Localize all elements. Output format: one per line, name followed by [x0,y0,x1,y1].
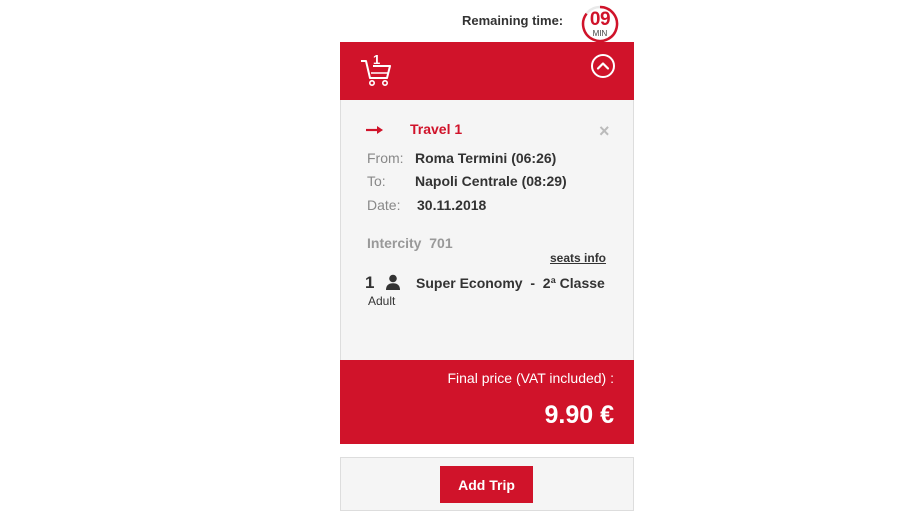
remaining-time-label: Remaining time: [462,13,564,28]
arrow-right-icon [366,122,384,134]
to-label: To: [367,173,386,189]
passenger-count: 1 [365,273,375,292]
countdown-clock: 09 MIN [581,5,619,43]
date-label: Date: [367,197,401,213]
trip-actions: Add Trip [340,457,634,511]
collapse-cart-button[interactable] [590,53,616,79]
final-price-label: Final price (VAT included) : [447,370,614,386]
train-name: Intercity 701 [367,235,453,251]
remove-trip-button[interactable]: × [599,122,610,140]
countdown-minutes: 09 [589,9,611,30]
price-summary: Final price (VAT included) : 9.90 € [340,360,634,444]
to-value: Napoli Centrale (08:29) [415,173,567,189]
from-label: From: [367,150,404,166]
remaining-time: Remaining time: 09 MIN [340,3,634,43]
passenger-type: Adult [368,294,396,308]
trip-title: Travel 1 [410,121,463,137]
from-value: Roma Termini (06:26) [415,150,557,166]
date-value: 30.11.2018 [417,197,487,213]
seats-info-link[interactable]: seats info [550,251,606,265]
fare-class: Super Economy - 2ª Classe [416,275,605,291]
add-trip-button[interactable]: Add Trip [440,466,533,503]
final-price-value: 9.90 € [544,401,614,429]
chevron-up-circle-icon [591,54,615,78]
cart-header: 1 [340,42,634,100]
countdown-unit: MIN [592,29,608,38]
person-icon [385,274,401,290]
cart-count-badge: 1 [373,52,381,67]
trip-card: Travel 1 × From: Roma Termini (06:26) To… [340,100,634,360]
